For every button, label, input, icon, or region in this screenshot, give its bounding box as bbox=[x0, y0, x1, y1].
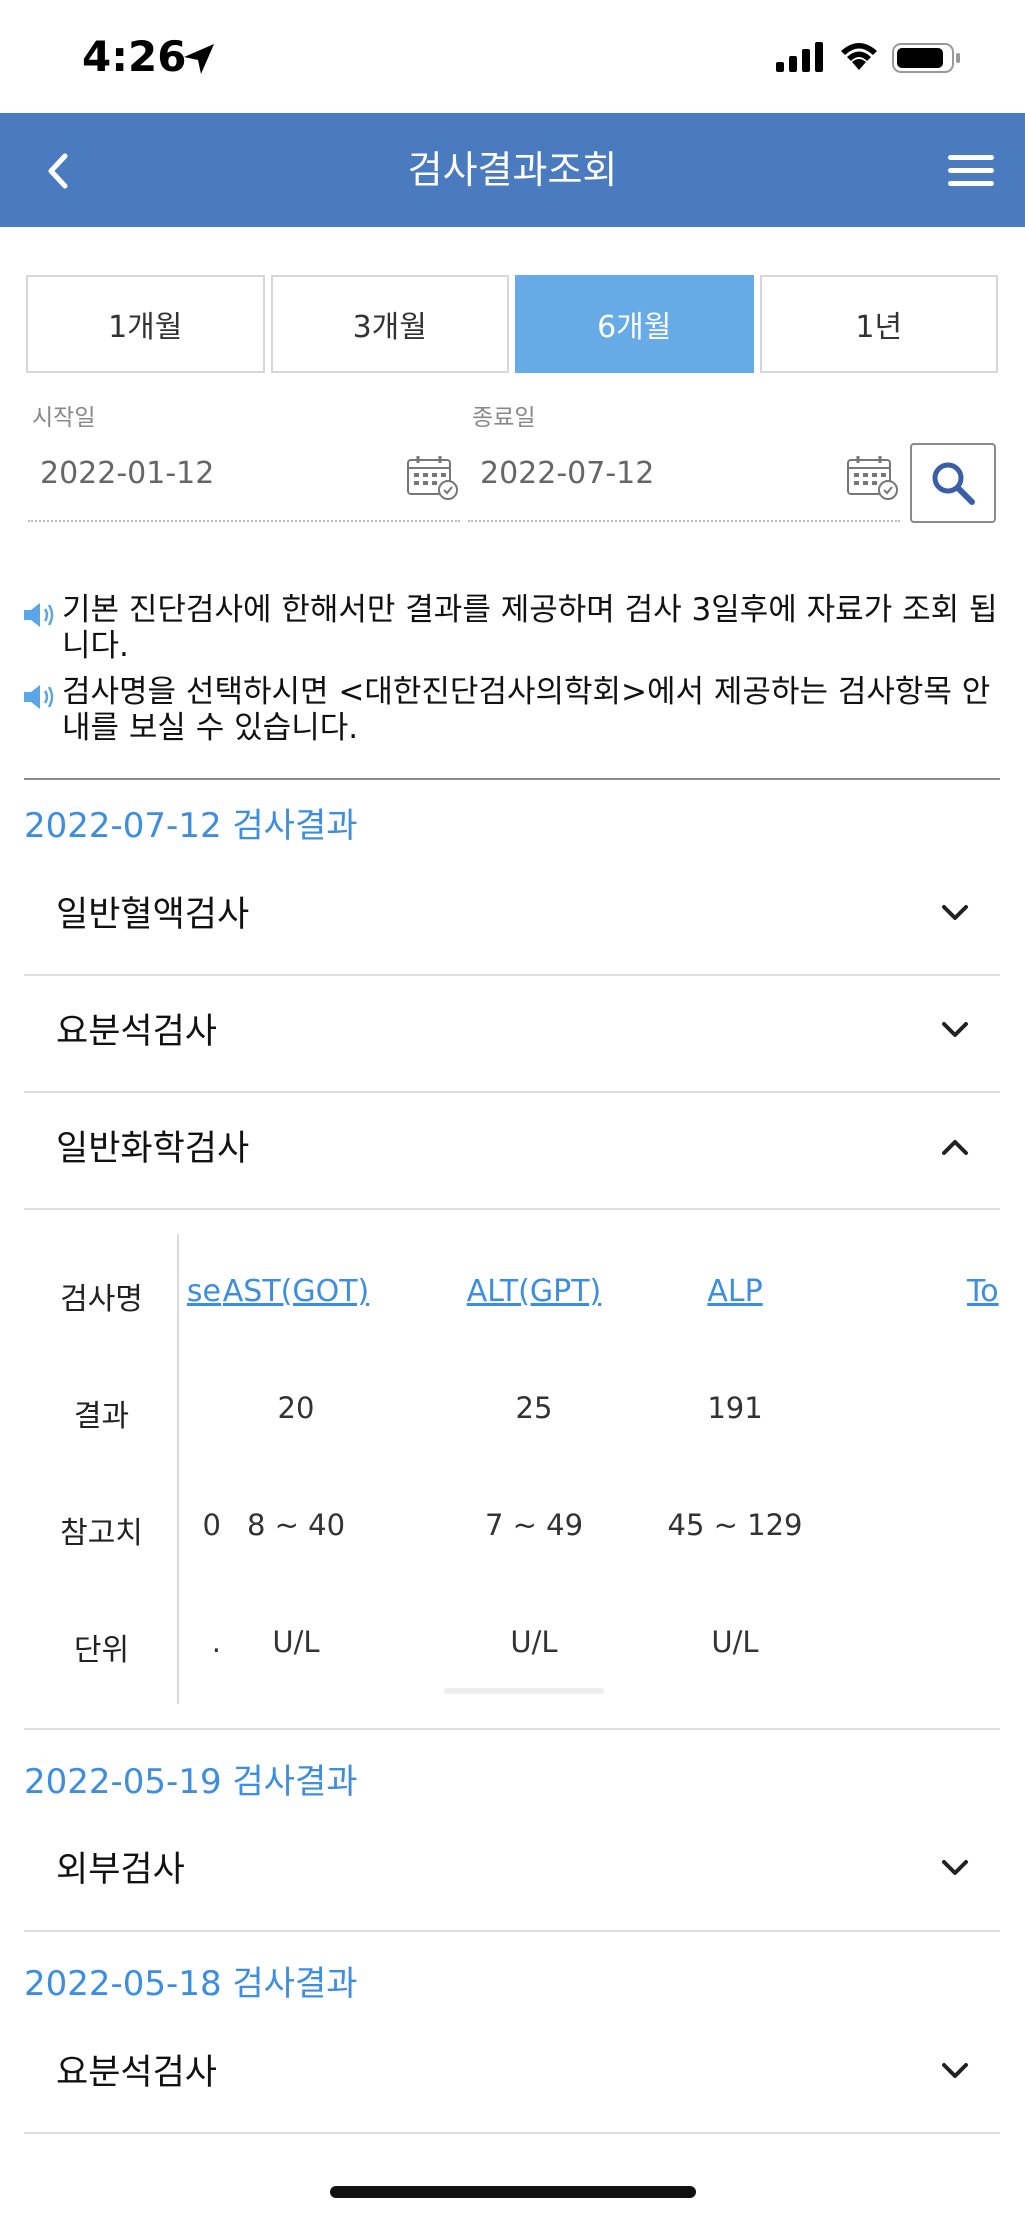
horizontal-scroll-indicator[interactable] bbox=[444, 1688, 604, 1694]
accordion-label: 요분석검사 bbox=[56, 2053, 218, 2093]
home-indicator[interactable] bbox=[330, 2186, 696, 2198]
accordion-general-chemistry[interactable]: 일반화학검사 bbox=[24, 1092, 1000, 1208]
speaker-icon bbox=[24, 685, 54, 709]
wifi-icon bbox=[841, 43, 877, 70]
unit-value: U/L bbox=[272, 1625, 320, 1659]
app-header: 검사결과조회 bbox=[0, 113, 1025, 227]
row-header-reference: 참고치 bbox=[60, 1516, 143, 1551]
test-name-link[interactable]: ALT(GPT) bbox=[419, 1274, 649, 1309]
divider bbox=[24, 2132, 1000, 2134]
test-name-link[interactable]: AST(GOT) bbox=[181, 1274, 411, 1309]
accordion-urinalysis[interactable]: 요분석검사 bbox=[24, 2016, 1000, 2132]
tab-1-year[interactable]: 1년 bbox=[759, 275, 998, 373]
unit-value: U/L bbox=[510, 1625, 558, 1659]
notice-text: 기본 진단검사에 한해서만 결과를 제공하며 검사 3일후에 자료가 조회 됩니… bbox=[62, 592, 998, 664]
tab-1-month[interactable]: 1개월 bbox=[26, 275, 265, 373]
reference-value: 45 ~ 129 bbox=[667, 1508, 803, 1542]
start-date-field[interactable]: 2022-01-12 bbox=[28, 432, 460, 522]
end-date-value: 2022-07-12 bbox=[480, 456, 655, 491]
tab-3-months[interactable]: 3개월 bbox=[270, 275, 509, 373]
chevron-left-icon bbox=[48, 153, 68, 189]
table-column: AST(GOT) 20 8 ~ 40 U/L bbox=[181, 1234, 411, 1704]
accordion-label: 요분석검사 bbox=[56, 1012, 218, 1052]
result-value: 20 bbox=[277, 1391, 315, 1425]
row-header-unit: 단위 bbox=[73, 1633, 130, 1668]
chemistry-results-table: 검사명 결과 참고치 단위 se 0 . AST(GOT) 20 8 ~ 40 … bbox=[24, 1234, 1000, 1704]
tab-6-months[interactable]: 6개월 bbox=[515, 275, 754, 373]
notice-text: 검사명을 선택하시면 <대한진단검사의학회>에서 제공하는 검사항목 안내를 보… bbox=[62, 674, 991, 746]
table-column: ALP 191 45 ~ 129 U/L bbox=[635, 1234, 835, 1704]
table-column: To bbox=[967, 1234, 1000, 1704]
chevron-down-icon bbox=[942, 1860, 968, 1875]
chevron-down-icon bbox=[942, 2063, 968, 2078]
result-date-title: 2022-05-18 검사결과 bbox=[24, 1964, 358, 2004]
result-date-title: 2022-05-19 검사결과 bbox=[24, 1762, 358, 1802]
accordion-general-blood[interactable]: 일반혈액검사 bbox=[24, 858, 1000, 974]
reference-value: 7 ~ 49 bbox=[484, 1508, 584, 1542]
status-bar: 4:26 bbox=[0, 0, 1025, 113]
notice-item: 검사명을 선택하시면 <대한진단검사의학회>에서 제공하는 검사항목 안내를 보… bbox=[22, 674, 1002, 750]
end-date-label: 종료일 bbox=[472, 405, 536, 431]
search-button[interactable] bbox=[910, 443, 996, 523]
divider bbox=[24, 1208, 1000, 1210]
accordion-label: 일반혈액검사 bbox=[56, 895, 250, 935]
unit-value: U/L bbox=[711, 1625, 759, 1659]
back-button[interactable] bbox=[30, 143, 86, 199]
accordion-label: 외부검사 bbox=[56, 1850, 185, 1890]
table-column: ALT(GPT) 25 7 ~ 49 U/L bbox=[419, 1234, 649, 1704]
calendar-icon bbox=[847, 456, 898, 500]
row-header-test-name: 검사명 bbox=[60, 1282, 143, 1317]
chevron-up-icon bbox=[942, 1140, 968, 1155]
page-title: 검사결과조회 bbox=[407, 148, 618, 192]
chevron-down-icon bbox=[942, 1022, 968, 1037]
hamburger-menu-icon bbox=[948, 155, 994, 186]
table-scroll-area[interactable]: se 0 . AST(GOT) 20 8 ~ 40 U/L ALT(GPT) 2… bbox=[181, 1234, 1000, 1704]
cellular-signal-icon bbox=[776, 42, 823, 72]
result-value: 191 bbox=[707, 1391, 763, 1425]
table-row-headers: 검사명 결과 참고치 단위 bbox=[24, 1234, 179, 1704]
test-name-link[interactable]: To bbox=[967, 1274, 1000, 1309]
accordion-external-test[interactable]: 외부검사 bbox=[24, 1813, 1000, 1929]
menu-button[interactable] bbox=[944, 149, 1000, 193]
row-header-result: 결과 bbox=[73, 1399, 130, 1434]
test-name-link[interactable]: ALP bbox=[635, 1274, 835, 1309]
battery-icon bbox=[892, 43, 960, 73]
accordion-urinalysis[interactable]: 요분석검사 bbox=[24, 975, 1000, 1091]
location-arrow-icon bbox=[184, 44, 214, 74]
end-date-field[interactable]: 2022-07-12 bbox=[468, 432, 900, 522]
calendar-icon bbox=[407, 456, 458, 500]
notice-item: 기본 진단검사에 한해서만 결과를 제공하며 검사 3일후에 자료가 조회 됩니… bbox=[22, 592, 1002, 668]
result-value: 25 bbox=[515, 1391, 553, 1425]
speaker-icon bbox=[24, 603, 54, 627]
divider bbox=[24, 1930, 1000, 1932]
reference-value: 8 ~ 40 bbox=[246, 1508, 346, 1542]
divider bbox=[24, 778, 1000, 780]
start-date-value: 2022-01-12 bbox=[40, 456, 215, 491]
search-icon bbox=[932, 462, 975, 505]
divider bbox=[24, 1728, 1000, 1730]
chevron-down-icon bbox=[942, 905, 968, 920]
start-date-label: 시작일 bbox=[32, 405, 96, 431]
period-tabs: 1개월 3개월 6개월 1년 bbox=[26, 275, 998, 373]
result-date-title: 2022-07-12 검사결과 bbox=[24, 806, 358, 846]
accordion-label: 일반화학검사 bbox=[56, 1129, 250, 1169]
status-time: 4:26 bbox=[82, 32, 187, 81]
